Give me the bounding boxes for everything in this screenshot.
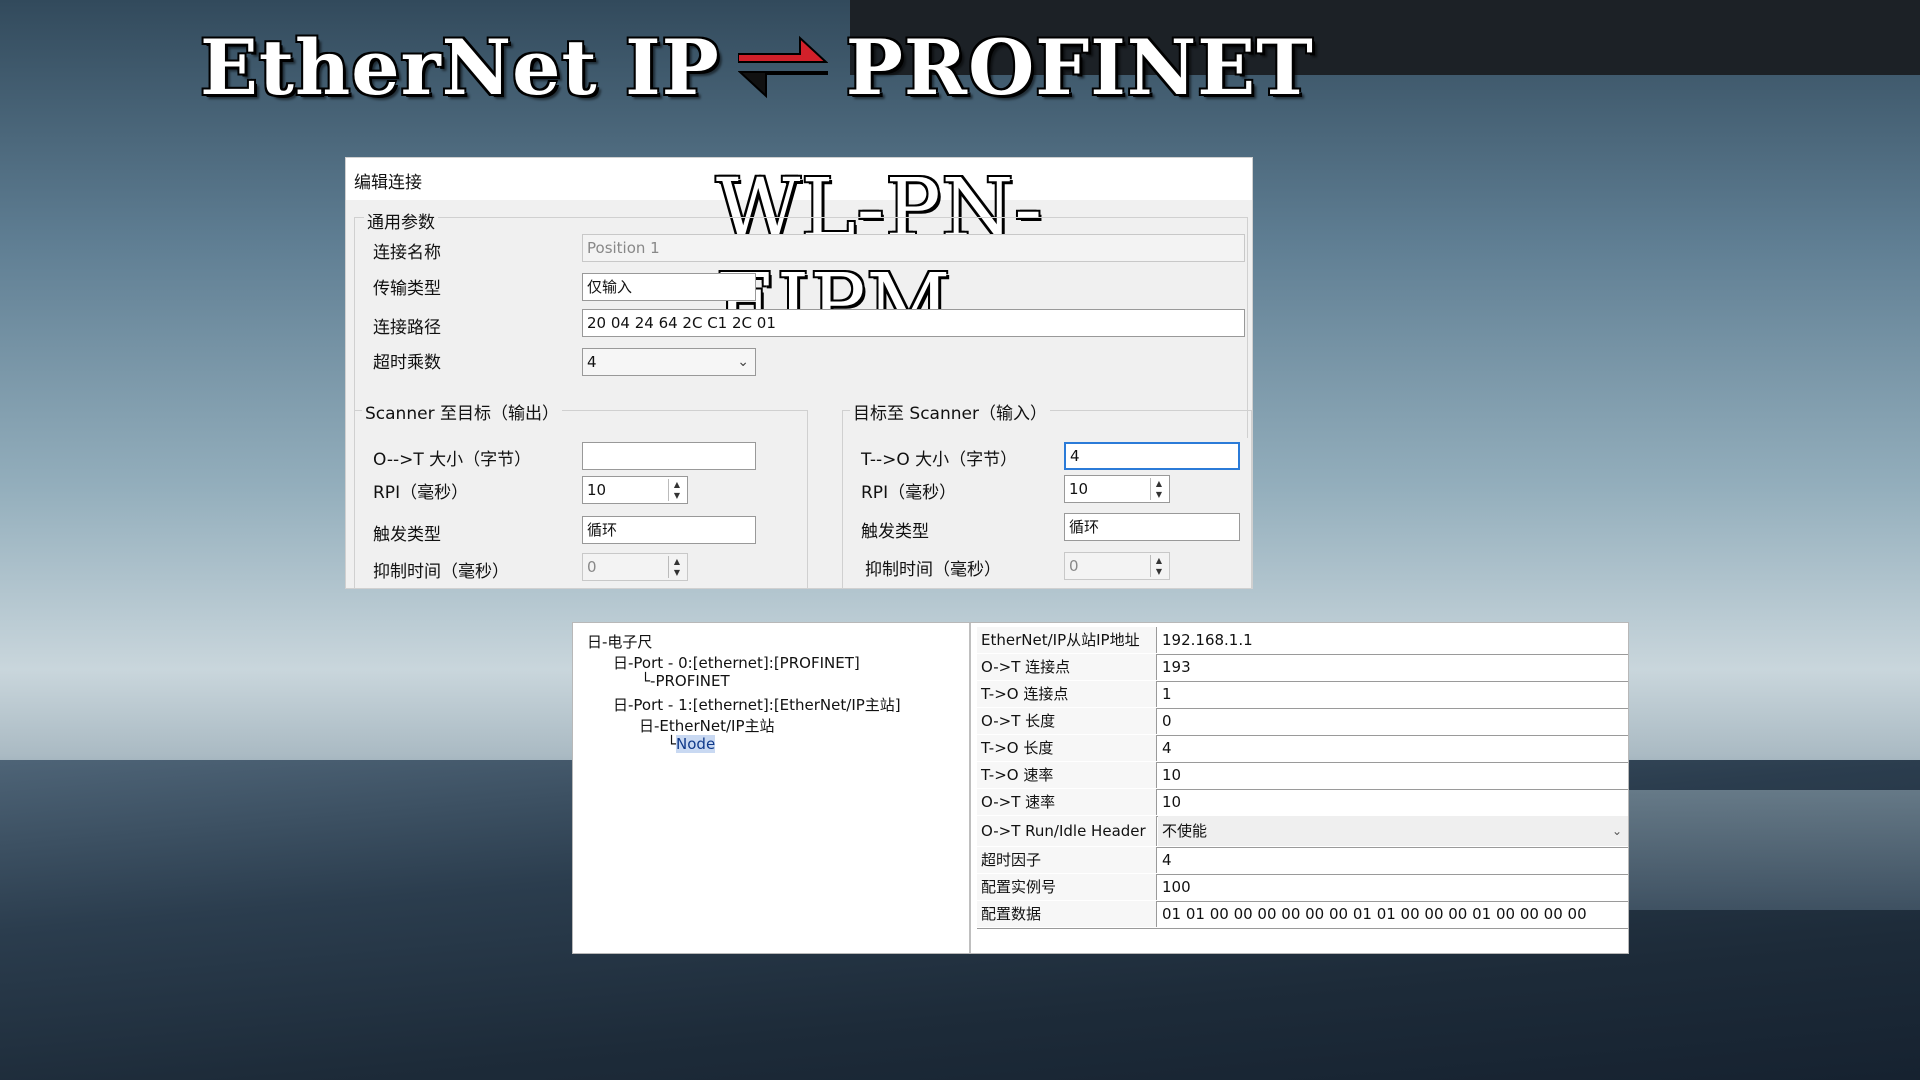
prop-row: 超时因子4 [977,847,1628,875]
swap-arrows-icon [738,32,828,102]
prop-value[interactable]: 4 [1158,847,1628,873]
to-trigger-label: 触发类型 [861,517,929,542]
prop-value[interactable]: 192.168.1.1 [1158,627,1628,653]
connection-name-label: 连接名称 [373,238,441,263]
ot-rpi-spinner[interactable]: 10 ▲▼ [582,476,688,504]
transport-type-field[interactable]: 仅输入 [582,273,756,301]
prop-row: 配置数据01 01 00 00 00 00 00 00 01 01 00 00 … [977,901,1628,929]
prop-row: T->O 速率10 [977,762,1628,790]
to-size-field[interactable]: 4 [1064,442,1240,470]
ot-trigger-label: 触发类型 [373,520,441,545]
tree-item-eip-master[interactable]: 日-EtherNet/IP主站 [639,715,775,736]
prop-value[interactable]: 0 [1158,708,1628,734]
spin-buttons[interactable]: ▲▼ [668,479,685,501]
ot-inhibit-label: 抑制时间（毫秒） [373,557,509,582]
prop-key: O->T 长度 [977,708,1157,734]
spin-buttons[interactable]: ▲▼ [1150,555,1167,577]
prop-key: O->T Run/Idle Header [977,816,1157,846]
ot-rpi-label: RPI（毫秒） [373,478,468,503]
tree-item-port0[interactable]: 日-Port - 0:[ethernet]:[PROFINET] [613,652,860,673]
dialog-title: 编辑连接 [354,168,422,193]
connection-path-field[interactable]: 20 04 24 64 2C C1 2C 01 [582,309,1245,337]
ot-size-label: O-->T 大小（字节） [373,445,531,470]
prop-value[interactable]: 01 01 00 00 00 00 00 00 01 01 00 00 00 0… [1158,901,1628,927]
to-rpi-label: RPI（毫秒） [861,478,956,503]
chevron-down-icon: ⌄ [1612,816,1622,846]
prop-row: O->T Run/Idle Header不使能⌄ [977,816,1628,848]
prop-key: O->T 连接点 [977,654,1157,680]
to-inhibit-spinner[interactable]: 0 ▲▼ [1064,552,1170,580]
spin-up-icon[interactable]: ▲ [1151,478,1167,489]
page-title: EtherNet IP PROFINET [200,22,1314,112]
prop-row: O->T 长度0 [977,708,1628,736]
prop-row: EtherNet/IP从站IP地址192.168.1.1 [977,627,1628,655]
ot-inhibit-spinner[interactable]: 0 ▲▼ [582,553,688,581]
output-group-title: Scanner 至目标（输出） [362,399,562,424]
timeout-multiplier-select[interactable]: 4 ⌄ [582,348,756,376]
tree-item-profinet[interactable]: └-PROFINET [641,672,730,690]
prop-key: 配置数据 [977,901,1157,927]
prop-row: T->O 连接点1 [977,681,1628,709]
chevron-down-icon: ⌄ [737,349,749,375]
spin-buttons[interactable]: ▲▼ [668,556,685,578]
to-inhibit-label: 抑制时间（毫秒） [865,555,1001,580]
prop-key: 超时因子 [977,847,1157,873]
prop-value[interactable]: 10 [1158,789,1628,815]
title-left: EtherNet IP [200,23,720,112]
prop-value[interactable]: 100 [1158,874,1628,900]
tree-item-port1[interactable]: 日-Port - 1:[ethernet]:[EtherNet/IP主站] [613,694,901,715]
spin-buttons[interactable]: ▲▼ [1150,478,1167,500]
ot-trigger-field[interactable]: 循环 [582,516,756,544]
tree-item-root[interactable]: 日-电子尺 [587,631,652,652]
spin-down-icon[interactable]: ▼ [1151,489,1167,500]
title-right: PROFINET [846,23,1314,112]
spin-down-icon[interactable]: ▼ [1151,566,1167,577]
prop-row: T->O 长度4 [977,735,1628,763]
spin-down-icon[interactable]: ▼ [669,490,685,501]
general-group-title: 通用参数 [364,208,438,233]
ot-size-field[interactable] [582,442,756,470]
device-tree: 日-电子尺 日-Port - 0:[ethernet]:[PROFINET] └… [573,623,971,953]
prop-key: T->O 连接点 [977,681,1157,707]
prop-value[interactable]: 193 [1158,654,1628,680]
transport-type-label: 传输类型 [373,274,441,299]
to-trigger-field[interactable]: 循环 [1064,513,1240,541]
timeout-multiplier-label: 超时乘数 [373,348,441,373]
tree-item-node[interactable]: └Node [667,735,715,753]
prop-row: 配置实例号100 [977,874,1628,902]
prop-value[interactable]: 10 [1158,762,1628,788]
connection-path-label: 连接路径 [373,313,441,338]
prop-value[interactable]: 4 [1158,735,1628,761]
prop-key: T->O 长度 [977,735,1157,761]
spin-up-icon[interactable]: ▲ [669,556,685,567]
device-config-panel: 日-电子尺 日-Port - 0:[ethernet]:[PROFINET] └… [572,622,1629,954]
spin-down-icon[interactable]: ▼ [669,567,685,578]
connection-name-field[interactable]: Position 1 [582,234,1245,262]
prop-value[interactable]: 1 [1158,681,1628,707]
prop-key: T->O 速率 [977,762,1157,788]
run-idle-header-select[interactable]: 不使能⌄ [1158,816,1628,846]
to-size-label: T-->O 大小（字节） [861,445,1017,470]
prop-key: EtherNet/IP从站IP地址 [977,627,1157,653]
prop-key: O->T 速率 [977,789,1157,815]
prop-key: 配置实例号 [977,874,1157,900]
spin-up-icon[interactable]: ▲ [1151,555,1167,566]
input-group-title: 目标至 Scanner（输入） [850,399,1050,424]
to-rpi-spinner[interactable]: 10 ▲▼ [1064,475,1170,503]
spin-up-icon[interactable]: ▲ [669,479,685,490]
prop-row: O->T 速率10 [977,789,1628,817]
prop-row: O->T 连接点193 [977,654,1628,682]
edit-connection-dialog: 编辑连接 WL-PN-EIPM 通用参数 连接名称 Position 1 传输类… [345,157,1253,589]
